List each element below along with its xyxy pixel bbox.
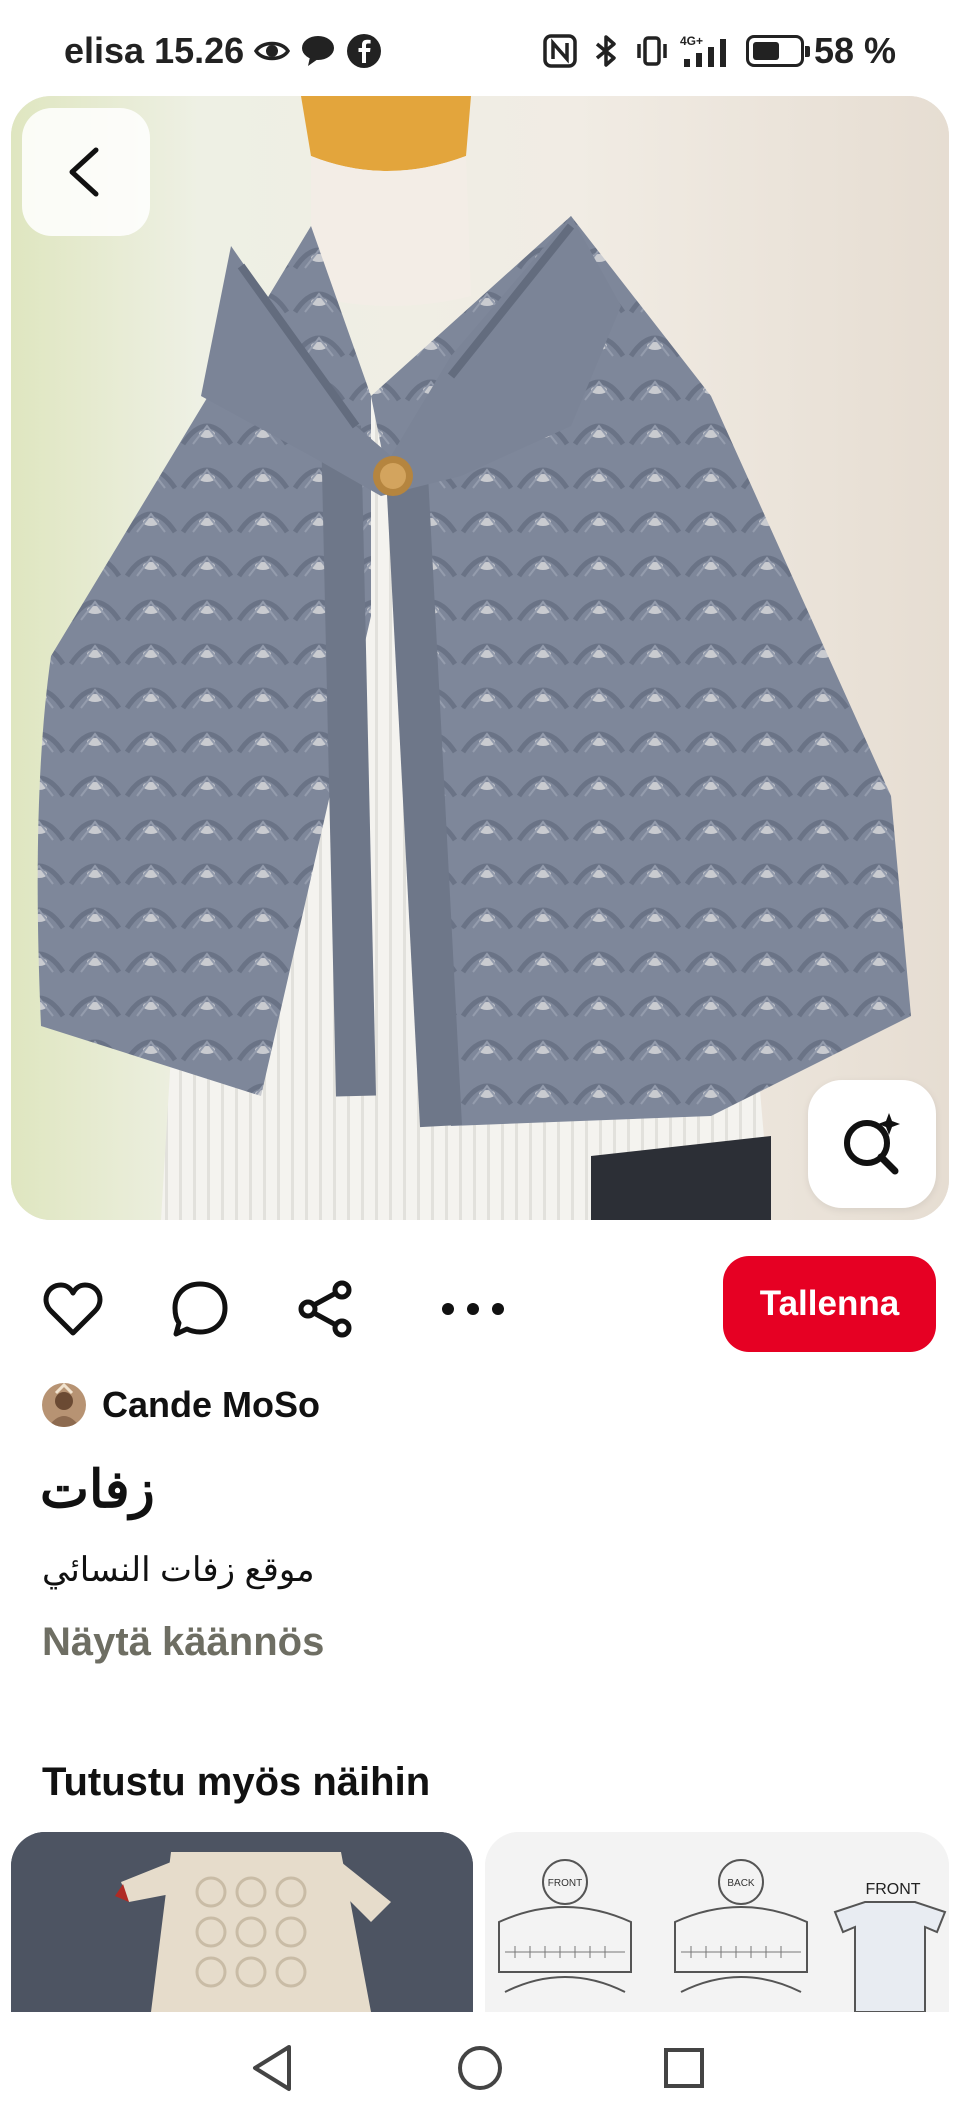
system-nav-bar xyxy=(0,2012,960,2123)
related-pin-card[interactable]: FRONT BACK FRONT xyxy=(485,1832,949,2012)
show-translation-link[interactable]: Näytä käännös xyxy=(42,1620,324,1665)
related-pin-image xyxy=(11,1832,473,2012)
status-bar: elisa 15.26 4G+ 58 % xyxy=(0,0,960,96)
battery-text: 58 % xyxy=(813,30,896,71)
chat-bubble-icon xyxy=(300,33,336,69)
battery-icon xyxy=(745,35,810,67)
back-label: BACK xyxy=(727,1878,755,1889)
status-right: 4G+ 58 % xyxy=(542,30,896,72)
share-icon xyxy=(298,1280,352,1338)
status-left: elisa 15.26 xyxy=(64,30,382,72)
bluetooth-icon xyxy=(588,33,624,69)
signal-4g-icon: 4G+ xyxy=(680,33,736,69)
back-button[interactable] xyxy=(22,108,150,236)
lens-search-icon xyxy=(844,1113,900,1175)
crochet-cape-illustration xyxy=(11,96,949,1220)
circle-home-icon xyxy=(458,2046,502,2090)
chevron-left-icon xyxy=(69,147,99,197)
nav-back-button[interactable] xyxy=(245,2040,301,2096)
more-options-button[interactable] xyxy=(438,1274,508,1344)
vibrate-icon xyxy=(634,33,670,69)
square-recents-icon xyxy=(664,2048,704,2088)
carrier-time: elisa 15.26 xyxy=(64,30,245,71)
facebook-icon xyxy=(346,33,382,69)
pin-description: موقع زفات النسائي xyxy=(42,1551,315,1589)
nfc-icon xyxy=(542,33,578,69)
save-button[interactable]: Tallenna xyxy=(723,1256,936,1352)
nav-recents-button[interactable] xyxy=(656,2040,712,2096)
visual-search-button[interactable] xyxy=(808,1080,936,1208)
like-button[interactable] xyxy=(38,1274,108,1344)
author-row[interactable]: Cande MoSo xyxy=(42,1383,320,1427)
related-pin-card[interactable] xyxy=(11,1832,473,2012)
author-name[interactable]: Cande MoSo xyxy=(102,1384,320,1426)
battery-fill xyxy=(752,42,779,60)
related-pin-image: FRONT BACK FRONT xyxy=(485,1832,949,2012)
comment-button[interactable] xyxy=(165,1274,235,1344)
pin-action-bar: Tallenna xyxy=(0,1256,960,1356)
triangle-back-icon xyxy=(253,2045,291,2091)
avatar[interactable] xyxy=(42,1383,86,1427)
svg-text:4G+: 4G+ xyxy=(680,34,703,48)
heart-icon xyxy=(43,1282,103,1336)
share-button[interactable] xyxy=(290,1274,360,1344)
eye-icon xyxy=(254,33,291,69)
pin-title: زفات xyxy=(40,1461,155,1519)
front-big-label: FRONT xyxy=(865,1881,920,1898)
comment-icon xyxy=(172,1281,228,1337)
related-section-title: Tutustu myös näihin xyxy=(42,1760,431,1804)
more-icon xyxy=(442,1303,504,1315)
pin-image[interactable] xyxy=(11,96,949,1220)
front-label: FRONT xyxy=(548,1878,582,1889)
nav-home-button[interactable] xyxy=(452,2040,508,2096)
